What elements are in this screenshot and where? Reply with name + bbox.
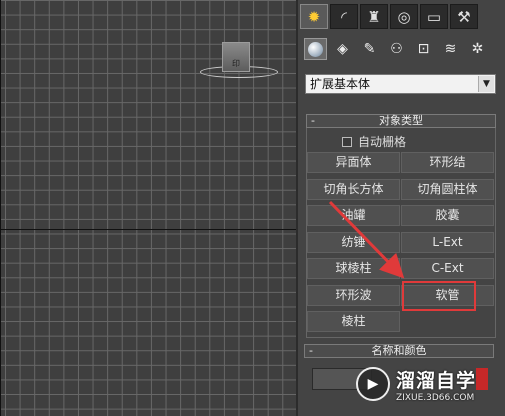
systems-icon[interactable]: ✲ [466,38,489,60]
hierarchy-icon[interactable]: ♜ [360,4,388,29]
utilities-icon[interactable]: ⚒ [450,4,478,29]
motion-icon[interactable]: ◎ [390,4,418,29]
object-type-button[interactable]: L-Ext [401,232,494,253]
object-label: 印 [232,59,240,68]
collapse-icon: - [311,114,315,127]
autogrid-label: 自动栅格 [358,135,407,149]
scene-box-object[interactable]: 印 [222,42,250,72]
object-type-button[interactable]: 异面体 [307,152,400,173]
cameras-icon[interactable]: ⚇ [385,38,408,60]
helpers-icon[interactable]: ⊡ [412,38,435,60]
dropdown-value: 扩展基本体 [310,77,371,91]
object-type-button[interactable]: 油罐 [307,205,400,226]
watermark-title: 溜溜自学 [396,369,477,392]
play-icon: ▶ [356,367,390,401]
object-type-button[interactable]: 纺锤 [307,232,400,253]
command-panel-tabs: ✹ ◜ ♜ ◎ ▭ ⚒ [300,4,478,30]
object-type-button[interactable]: 切角圆柱体 [401,179,494,200]
world-axis-vertical [0,0,1,416]
watermark: ▶ 溜溜自学 ZIXUE.3D66.COM [356,352,505,416]
collapse-icon: - [309,344,313,357]
object-type-button[interactable]: 环形波 [307,285,400,306]
sphere-icon [308,41,323,57]
object-type-rollout-header[interactable]: - 对象类型 [306,114,496,128]
object-type-button[interactable]: C-Ext [401,258,494,279]
geometry-icon[interactable] [304,38,327,60]
autogrid-checkbox[interactable] [342,136,352,147]
perspective-viewport[interactable]: 印 [0,0,296,416]
object-type-button[interactable]: 棱柱 [307,311,400,332]
object-type-button[interactable]: 软管 [401,285,494,306]
watermark-url: ZIXUE.3D66.COM [396,392,475,403]
spacewarps-icon[interactable]: ≋ [439,38,462,60]
object-type-button[interactable]: 切角长方体 [307,179,400,200]
autogrid-row[interactable]: 自动栅格 [342,133,406,150]
create-category-icons: ◈ ✎ ⚇ ⊡ ≋ ✲ [304,38,489,60]
chevron-down-icon[interactable]: ▼ [478,76,494,92]
modify-icon[interactable]: ◜ [330,4,358,29]
create-icon[interactable]: ✹ [300,4,328,29]
lights-icon[interactable]: ✎ [358,38,381,60]
rollout-title: 对象类型 [379,114,423,127]
object-type-button[interactable]: 环形结 [401,152,494,173]
object-type-button[interactable]: 胶囊 [401,205,494,226]
display-icon[interactable]: ▭ [420,4,448,29]
object-type-button[interactable]: 球棱柱 [307,258,400,279]
object-category-dropdown[interactable]: 扩展基本体 ▼ [305,74,496,94]
shapes-icon[interactable]: ◈ [331,38,354,60]
world-axis-horizontal [0,229,296,230]
